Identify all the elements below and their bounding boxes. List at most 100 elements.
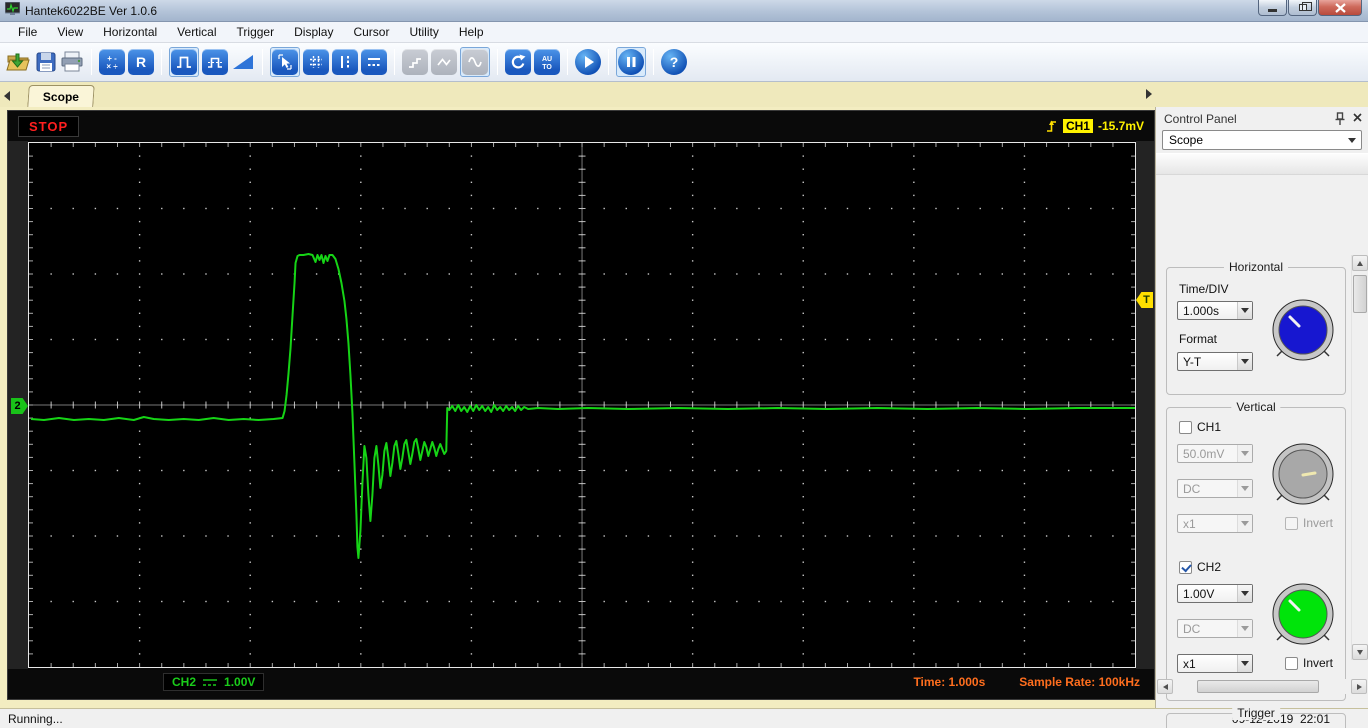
autoset-button[interactable]: AU TO [534, 49, 560, 75]
status-bar: Running... 09-12-2019 22:01 [0, 708, 1368, 728]
step-interpolation-button[interactable] [402, 49, 428, 75]
tab-scroll-right-button[interactable] [1142, 85, 1156, 103]
open-button[interactable] [6, 50, 32, 74]
toolbar-separator [653, 49, 654, 75]
close-button[interactable] [1318, 0, 1362, 16]
close-x-icon [1353, 113, 1362, 122]
menu-vertical[interactable]: Vertical [167, 23, 226, 41]
checkbox-icon [1179, 420, 1192, 434]
square-wave-duty-icon [208, 57, 222, 68]
timediv-combo[interactable]: 1.000s [1177, 301, 1253, 320]
restore-button[interactable] [1288, 0, 1317, 16]
main-area: STOP CH1 -15.7mV 2 T CH2 1.00V Time: 1.0… [0, 107, 1368, 728]
save-button[interactable] [35, 51, 57, 73]
square-wave-button[interactable] [169, 47, 199, 77]
ch2-scale-chip: CH2 1.00V [163, 673, 265, 691]
horizontal-cursors-icon [368, 58, 380, 66]
panel-horizontal-scrollbar[interactable] [1157, 679, 1367, 694]
chevron-down-icon [1241, 661, 1249, 666]
step-interpolation-icon [409, 58, 421, 68]
panel-mode-select[interactable]: Scope [1162, 130, 1362, 150]
horizontal-cursors-button[interactable] [361, 49, 387, 75]
ch2-invert-checkbox[interactable]: Invert [1285, 656, 1333, 670]
chevron-left-icon [4, 91, 10, 101]
horizontal-group: Horizontal Time/DIV 1.000s Format Y-T [1166, 260, 1346, 395]
ch2-probe-combo[interactable]: x1 [1177, 654, 1253, 673]
ramp-button[interactable] [231, 52, 255, 72]
pause-button[interactable] [616, 47, 646, 77]
chevron-down-icon [1241, 521, 1249, 526]
cursor-select-button[interactable] [270, 47, 300, 77]
menu-file[interactable]: File [8, 23, 47, 41]
chevron-down-icon [1241, 308, 1249, 313]
format-combo[interactable]: Y-T [1177, 352, 1253, 371]
format-label: Format [1179, 332, 1218, 346]
menu-display[interactable]: Display [284, 23, 343, 41]
ch2-enable-checkbox[interactable]: CH2 [1179, 560, 1221, 574]
title-bar: Hantek6022BE Ver 1.0.6 [0, 0, 1368, 22]
ch1-coupling-combo[interactable]: DC [1177, 479, 1253, 498]
horizontal-scroll-thumb[interactable] [1197, 680, 1319, 693]
vertical-scroll-thumb[interactable] [1353, 275, 1367, 313]
menu-cursor[interactable]: Cursor [343, 23, 399, 41]
sine-interpolation-button[interactable] [460, 47, 490, 77]
horizontal-knob[interactable] [1269, 296, 1337, 364]
vertical-group-title: Vertical [1231, 400, 1281, 414]
window-title: Hantek6022BE Ver 1.0.6 [25, 3, 158, 18]
menu-view[interactable]: View [47, 23, 93, 41]
toolbar-separator [608, 49, 609, 75]
vertical-cursors-button[interactable] [332, 49, 358, 75]
ch1-range-combo[interactable]: 50.0mV [1177, 444, 1253, 463]
minimize-button[interactable] [1258, 0, 1287, 16]
menu-trigger[interactable]: Trigger [227, 23, 285, 41]
menu-horizontal[interactable]: Horizontal [93, 23, 167, 41]
panel-vertical-scrollbar[interactable] [1351, 255, 1368, 660]
start-button[interactable] [575, 49, 601, 75]
toolbar-separator [394, 49, 395, 75]
ch2-position-knob[interactable] [1269, 580, 1337, 648]
ch1-invert-checkbox[interactable]: Invert [1285, 516, 1333, 530]
control-panel-body: Horizontal Time/DIV 1.000s Format Y-T Ve… [1156, 255, 1368, 728]
svg-text:R: R [136, 54, 146, 70]
print-button[interactable] [60, 51, 84, 73]
menu-help[interactable]: Help [449, 23, 494, 41]
reference-button[interactable]: R [128, 49, 154, 75]
refresh-button[interactable] [505, 49, 531, 75]
ch2-coupling-combo[interactable]: DC [1177, 619, 1253, 638]
vertical-group: Vertical CH1 50.0mV DC x1 Invert CH2 1.0… [1166, 400, 1346, 701]
tab-scroll-left-button[interactable] [0, 87, 14, 105]
linear-interpolation-icon [437, 58, 451, 66]
open-folder-icon [6, 53, 30, 71]
arrow-left-icon [1162, 683, 1168, 690]
svg-text:AU: AU [542, 56, 552, 63]
help-button[interactable]: ? [661, 49, 687, 75]
ch2-range-combo[interactable]: 1.00V [1177, 584, 1253, 603]
run-stop-indicator[interactable]: STOP [18, 115, 80, 137]
toolbar-separator [497, 49, 498, 75]
panel-close-icon[interactable] [1353, 113, 1362, 124]
menu-utility[interactable]: Utility [399, 23, 448, 41]
chevron-down-icon [1348, 137, 1356, 143]
trigger-readout: CH1 -15.7mV [1045, 118, 1144, 134]
trigger-group: Trigger Trigger Mode Edge Trigger Sweep … [1166, 706, 1346, 728]
ch1-enable-checkbox[interactable]: CH1 [1179, 420, 1221, 434]
grid-button[interactable] [303, 49, 329, 75]
square-wave-duty-button[interactable] [202, 49, 228, 75]
scroll-up-button[interactable] [1352, 255, 1368, 271]
menu-bar: File View Horizontal Vertical Trigger Di… [0, 22, 1368, 43]
ch1-position-knob[interactable] [1269, 440, 1337, 508]
svg-text:?: ? [670, 54, 679, 70]
pin-icon[interactable] [1335, 112, 1345, 125]
chevron-down-icon [1241, 626, 1249, 631]
scroll-right-button[interactable] [1351, 679, 1367, 694]
linear-interpolation-button[interactable] [431, 49, 457, 75]
panel-divider [1156, 153, 1368, 175]
scroll-left-button[interactable] [1157, 679, 1173, 694]
panel-mode-value: Scope [1169, 133, 1204, 147]
math-button[interactable]: + - × ÷ [99, 49, 125, 75]
scroll-down-button[interactable] [1352, 644, 1368, 660]
printer-icon [61, 51, 83, 72]
tab-scope[interactable]: Scope [27, 85, 95, 107]
save-floppy-icon [36, 52, 56, 72]
ch1-probe-combo[interactable]: x1 [1177, 514, 1253, 533]
